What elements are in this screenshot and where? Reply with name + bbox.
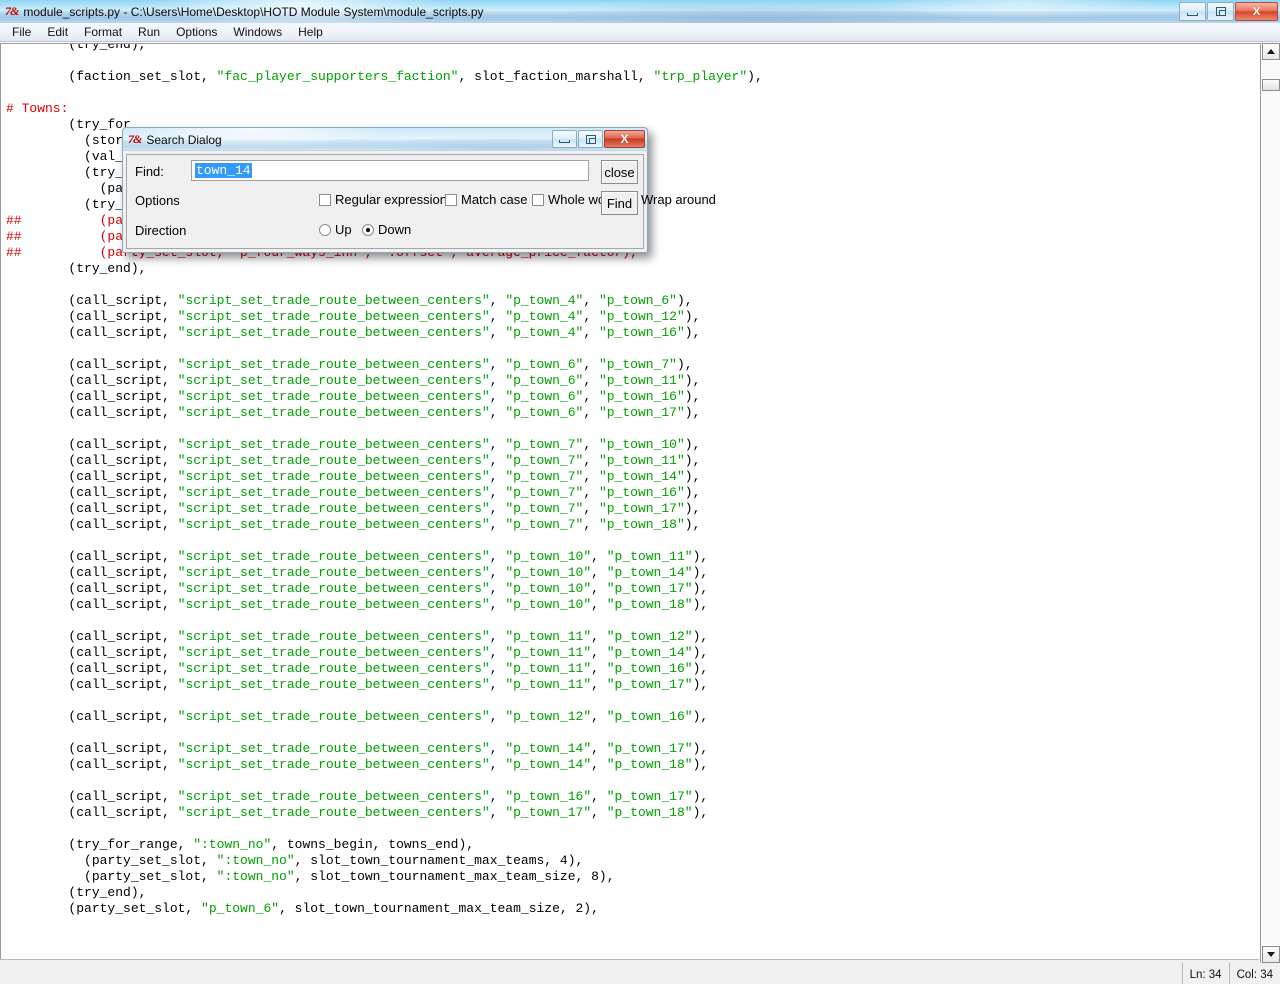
find-input-value: town_14 xyxy=(195,163,252,178)
vertical-scrollbar[interactable] xyxy=(1260,43,1280,963)
search-dialog-close-button[interactable]: X xyxy=(604,130,645,148)
search-dialog-content-frame: Find: town_14 Options Regular expression… xyxy=(126,154,716,249)
close-button[interactable]: X xyxy=(1235,2,1278,21)
maximize-icon xyxy=(585,134,596,144)
menu-bar: File Edit Format Run Options Windows Hel… xyxy=(0,23,1280,42)
direction-down-label: Down xyxy=(378,222,412,237)
option-match-case-label: Match case xyxy=(461,192,528,207)
scroll-up-button[interactable] xyxy=(1262,43,1280,60)
status-bar: Ln: 34 Col: 34 xyxy=(0,963,1280,984)
direction-up-label: Up xyxy=(335,222,352,237)
search-dialog-title: Search Dialog xyxy=(146,132,222,147)
options-label: Options xyxy=(135,193,180,208)
menu-item-edit[interactable]: Edit xyxy=(39,24,76,40)
dialog-find-button[interactable]: Find xyxy=(601,191,638,215)
direction-down-option[interactable]: Down xyxy=(362,222,411,237)
minimize-icon xyxy=(1187,12,1198,16)
menu-item-options[interactable]: Options xyxy=(168,24,225,40)
checkbox-whole-word-icon[interactable] xyxy=(532,193,544,206)
direction-label: Direction xyxy=(135,223,187,238)
python-idle-icon: 7& xyxy=(128,132,142,146)
python-idle-icon: 7& xyxy=(5,4,19,18)
find-input[interactable]: town_14 xyxy=(191,160,589,181)
minimize-icon xyxy=(559,140,570,143)
option-wrap-around-label: Wrap around xyxy=(641,192,716,207)
search-dialog-maximize-button[interactable] xyxy=(578,130,603,148)
option-wrap-around[interactable]: Wrap around xyxy=(625,192,716,207)
find-label: Find: xyxy=(135,164,164,179)
window-title-bar: 7& module_scripts.py - C:\Users\Home\Des… xyxy=(0,0,1280,23)
menu-item-help[interactable]: Help xyxy=(290,24,331,40)
vertical-scrollbar-track[interactable] xyxy=(1261,61,1280,945)
dialog-close-button[interactable]: close xyxy=(601,160,638,184)
scroll-up-icon xyxy=(1267,49,1275,54)
scroll-down-icon xyxy=(1267,952,1275,957)
checkbox-regular-expression-icon[interactable] xyxy=(319,193,331,206)
status-line-indicator: Ln: 34 xyxy=(1181,963,1229,984)
option-regular-expression-label: Regular expression xyxy=(335,192,448,207)
maximize-icon xyxy=(1215,7,1226,16)
close-icon: X xyxy=(620,132,629,146)
menu-item-format[interactable]: Format xyxy=(76,24,130,40)
search-dialog-title-bar: 7& Search Dialog X xyxy=(122,127,648,151)
radio-down-icon[interactable] xyxy=(362,223,374,236)
status-column-indicator: Col: 34 xyxy=(1228,963,1280,984)
menu-item-file[interactable]: File xyxy=(4,24,39,40)
scroll-down-button[interactable] xyxy=(1262,946,1280,963)
search-dialog-minimize-button[interactable] xyxy=(552,130,577,148)
checkbox-match-case-icon[interactable] xyxy=(445,193,457,206)
minimize-button[interactable] xyxy=(1179,2,1206,21)
radio-up-icon[interactable] xyxy=(319,223,331,236)
vertical-scrollbar-thumb[interactable] xyxy=(1262,79,1280,91)
menu-item-windows[interactable]: Windows xyxy=(225,24,290,40)
search-dialog-body: Find: town_14 Options Regular expression… xyxy=(122,150,716,253)
direction-up-option[interactable]: Up xyxy=(319,222,352,237)
menu-item-run[interactable]: Run xyxy=(130,24,168,40)
search-dialog-caption-buttons: X xyxy=(552,130,645,148)
close-icon: X xyxy=(1252,5,1261,18)
option-regular-expression[interactable]: Regular expression xyxy=(319,192,447,207)
option-match-case[interactable]: Match case xyxy=(445,192,527,207)
window-caption-buttons: X xyxy=(1179,2,1278,21)
maximize-button[interactable] xyxy=(1207,2,1234,21)
window-title: module_scripts.py - C:\Users\Home\Deskto… xyxy=(23,4,484,19)
search-dialog: 7& Search Dialog X Find: town_14 Options… xyxy=(122,127,716,253)
